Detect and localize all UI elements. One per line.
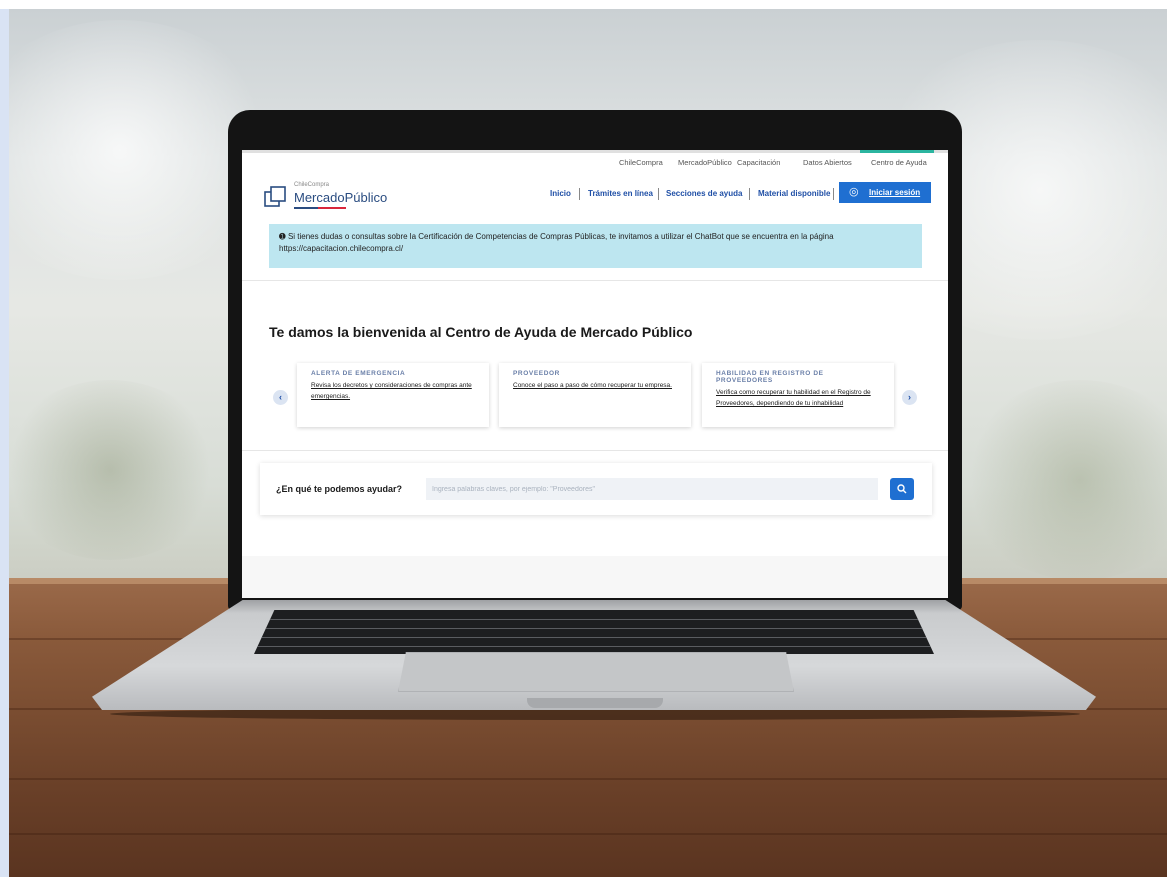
- section-divider: [242, 280, 948, 281]
- logo-subtitle: ChileCompra: [294, 182, 330, 188]
- fingerprint-icon: ◎: [849, 186, 859, 198]
- card-title: HABILIDAD EN REGISTRO DE PROVEEDORES: [716, 370, 824, 384]
- background-blur: [960, 380, 1167, 580]
- card-title: ALERTA DE EMERGENCIA: [311, 370, 406, 377]
- carousel-prev-button[interactable]: ‹: [273, 390, 288, 405]
- nav-separator: [749, 188, 750, 200]
- search-panel: ¿En qué te podemos ayudar?: [260, 463, 932, 515]
- nav-secciones-ayuda[interactable]: Secciones de ayuda: [666, 189, 742, 198]
- logo-bar-red: [318, 207, 346, 209]
- nav-tramites[interactable]: Trámites en línea: [588, 189, 653, 198]
- nav-material-disponible[interactable]: Material disponible: [758, 189, 830, 198]
- frame-left-strip: [0, 0, 9, 882]
- nav-separator: [658, 188, 659, 200]
- login-button[interactable]: ◎ Iniciar sesión: [839, 182, 931, 203]
- laptop-keyboard: [254, 610, 934, 654]
- topbar-accent: [860, 150, 934, 153]
- nav-separator: [833, 188, 834, 200]
- laptop-screen: ChileCompra MercadoPúblico Capacitación …: [242, 150, 948, 598]
- carousel-card-habilidad[interactable]: HABILIDAD EN REGISTRO DE PROVEEDORES Ver…: [702, 363, 894, 427]
- key-row: [254, 646, 934, 647]
- top-links: ChileCompra MercadoPúblico Capacitación …: [242, 158, 948, 172]
- nav-separator: [579, 188, 580, 200]
- search-icon: [897, 484, 907, 494]
- info-icon: ➊: [279, 232, 288, 241]
- wood-grain: [9, 778, 1167, 780]
- key-row: [254, 637, 934, 638]
- toplink-capacitacion[interactable]: Capacitación: [737, 158, 780, 167]
- page-title: Te damos la bienvenida al Centro de Ayud…: [269, 324, 693, 340]
- search-input[interactable]: [426, 478, 878, 500]
- frame-bottom-strip: [0, 877, 1167, 882]
- toplink-mercadopublico[interactable]: MercadoPúblico: [678, 158, 732, 167]
- toplink-centro-de-ayuda[interactable]: Centro de Ayuda: [871, 158, 927, 167]
- topbar-line: [242, 150, 948, 153]
- wood-grain: [9, 833, 1167, 835]
- card-title: PROVEEDOR: [513, 370, 560, 377]
- key-row: [254, 628, 934, 629]
- nav-inicio[interactable]: Inicio: [550, 189, 571, 198]
- search-button[interactable]: [890, 478, 914, 500]
- toplink-chilecompra[interactable]: ChileCompra: [619, 158, 663, 167]
- carousel-next-button[interactable]: ›: [902, 390, 917, 405]
- laptop-trackpad: [398, 652, 794, 692]
- carousel-card-emergencia[interactable]: ALERTA DE EMERGENCIA Revisa los decretos…: [297, 363, 489, 427]
- section-divider: [242, 450, 948, 451]
- laptop-notch: [527, 698, 663, 708]
- logo-title[interactable]: MercadoPúblico: [294, 190, 387, 205]
- mercadopublico-logo-icon[interactable]: [264, 186, 286, 208]
- info-alert: ➊ Si tienes dudas o consultas sobre la C…: [269, 224, 922, 268]
- frame-top-strip: [0, 0, 1167, 9]
- card-link[interactable]: Verifica como recuperar tu habilidad en …: [716, 387, 880, 409]
- background-blur: [0, 380, 220, 560]
- toplink-datos-abiertos[interactable]: Datos Abiertos: [803, 158, 852, 167]
- card-link[interactable]: Conoce el paso a paso de cómo recuperar …: [513, 380, 677, 391]
- logo-bar-blue: [294, 207, 318, 209]
- login-label: Iniciar sesión: [869, 188, 921, 197]
- card-link[interactable]: Revisa los decretos y consideraciones de…: [311, 380, 475, 402]
- footer-band: [242, 556, 948, 598]
- alert-text: Si tienes dudas o consultas sobre la Cer…: [279, 232, 834, 253]
- key-row: [254, 619, 934, 620]
- carousel-card-proveedor[interactable]: PROVEEDOR Conoce el paso a paso de cómo …: [499, 363, 691, 427]
- search-label: ¿En qué te podemos ayudar?: [276, 484, 403, 494]
